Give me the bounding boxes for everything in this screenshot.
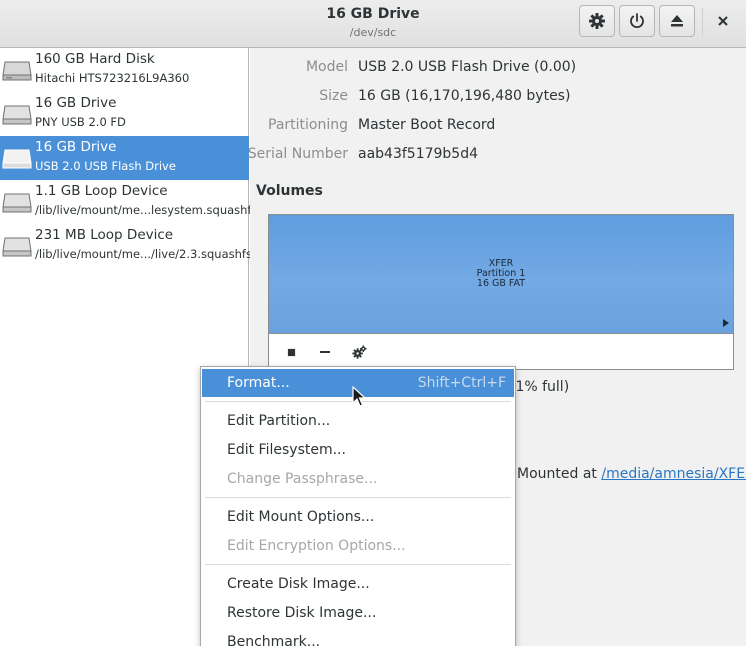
mount-point-row: Mounted at /media/amnesia/XFER: [517, 466, 746, 482]
power-icon: [630, 13, 644, 28]
menu-item-label: Edit Filesystem...: [227, 442, 346, 458]
size-usage-fragment: .1% full): [511, 379, 570, 395]
volume-map: XFER Partition 1 16 GB FAT: [268, 214, 734, 334]
menu-item-edit-filesystem[interactable]: Edit Filesystem...: [202, 436, 514, 464]
eject-icon: [671, 15, 683, 27]
menu-item-label: Benchmark...: [227, 634, 321, 646]
menu-item-benchmark[interactable]: Benchmark...: [202, 628, 514, 646]
eject-button[interactable]: [659, 5, 695, 37]
menu-item-create-disk-image[interactable]: Create Disk Image...: [202, 570, 514, 598]
menu-item-label: Create Disk Image...: [227, 576, 370, 592]
volume-toolbar: [268, 334, 734, 370]
menu-item-label: Edit Mount Options...: [227, 509, 375, 525]
partition-block[interactable]: XFER Partition 1 16 GB FAT: [269, 215, 733, 333]
device-name: 16 GB Drive: [35, 95, 117, 111]
device-name: 1.1 GB Loop Device: [35, 183, 168, 199]
partitioning-value: Master Boot Record: [358, 117, 496, 133]
partition-label: XFER Partition 1 16 GB FAT: [269, 259, 733, 289]
device-name: 231 MB Loop Device: [35, 227, 174, 243]
unmount-button[interactable]: [281, 342, 301, 362]
drive-settings-button[interactable]: [579, 5, 615, 37]
menu-item-edit-partition[interactable]: Edit Partition...: [202, 407, 514, 435]
menu-item-edit-mount-options[interactable]: Edit Mount Options...: [202, 503, 514, 531]
serial-number-value: aab43f5179b5d4: [358, 146, 479, 162]
drive-icon: [2, 237, 32, 257]
model-label: Model: [305, 59, 348, 75]
device-item-usb-flash-drive[interactable]: 16 GB Drive USB 2.0 USB Flash Drive: [0, 136, 249, 180]
device-subtitle: Hitachi HTS723216L9A360: [35, 71, 190, 85]
minus-icon: [320, 351, 330, 353]
mounted-arrow-icon: [723, 319, 729, 327]
menu-item-label: Format...: [227, 375, 290, 391]
device-item-pny-drive[interactable]: 16 GB Drive PNY USB 2.0 FD: [0, 92, 249, 136]
device-name: 16 GB Drive: [35, 139, 117, 155]
volumes-heading: Volumes: [256, 183, 323, 199]
close-button[interactable]: [710, 8, 736, 34]
menu-item-label: Restore Disk Image...: [227, 605, 377, 621]
stop-icon: [287, 348, 295, 356]
device-item-hard-disk[interactable]: 160 GB Hard Disk Hitachi HTS723216L9A360: [0, 48, 249, 92]
device-item-loop-1[interactable]: 1.1 GB Loop Device /lib/live/mount/me...…: [0, 180, 257, 224]
mounted-at-label: Mounted at: [517, 466, 602, 482]
menu-item-label: Edit Partition...: [227, 413, 331, 429]
device-subtitle: /lib/live/mount/me...lesystem.squashfs: [35, 203, 258, 217]
drive-icon: [2, 149, 32, 169]
partition-options-button[interactable]: [349, 342, 369, 362]
menu-item-label: Edit Encryption Options...: [227, 538, 406, 554]
drive-icon: [2, 193, 32, 213]
menu-separator: [205, 564, 511, 565]
menu-item-label: Change Passphrase...: [227, 471, 378, 487]
device-subtitle: /lib/live/mount/me.../live/2.3.squashfs: [35, 247, 252, 261]
device-subtitle: PNY USB 2.0 FD: [35, 115, 126, 129]
delete-partition-button[interactable]: [315, 342, 335, 362]
device-subtitle: USB 2.0 USB Flash Drive: [35, 159, 176, 173]
serial-number-label: Serial Number: [247, 146, 348, 162]
partition-size-type: 16 GB FAT: [476, 278, 526, 289]
close-icon: [718, 16, 728, 26]
menu-separator: [205, 497, 511, 498]
device-item-loop-2[interactable]: 231 MB Loop Device /lib/live/mount/me...…: [0, 224, 252, 268]
mouse-pointer-icon: [352, 386, 366, 407]
menu-item-restore-disk-image[interactable]: Restore Disk Image...: [202, 599, 514, 627]
size-label: Size: [319, 88, 348, 104]
model-value: USB 2.0 USB Flash Drive (0.00): [358, 59, 577, 75]
hard-disk-icon: [2, 61, 32, 81]
menu-item-shortcut: Shift+Ctrl+F: [417, 375, 506, 391]
gears-icon: [351, 344, 367, 359]
mount-point-link[interactable]: /media/amnesia/XFER: [601, 466, 746, 482]
menu-item-change-passphrase: Change Passphrase...: [202, 465, 514, 493]
partitioning-label: Partitioning: [268, 117, 348, 133]
gear-icon: [589, 13, 605, 29]
header-separator: [702, 8, 703, 36]
device-name: 160 GB Hard Disk: [35, 51, 155, 67]
partition-context-menu: Format... Shift+Ctrl+F Edit Partition...…: [200, 366, 516, 646]
size-value: 16 GB (16,170,196,480 bytes): [358, 88, 571, 104]
drive-icon: [2, 105, 32, 125]
menu-item-edit-encryption-options: Edit Encryption Options...: [202, 532, 514, 560]
header-bar: 16 GB Drive /dev/sdc: [0, 0, 746, 48]
power-off-button[interactable]: [619, 5, 655, 37]
